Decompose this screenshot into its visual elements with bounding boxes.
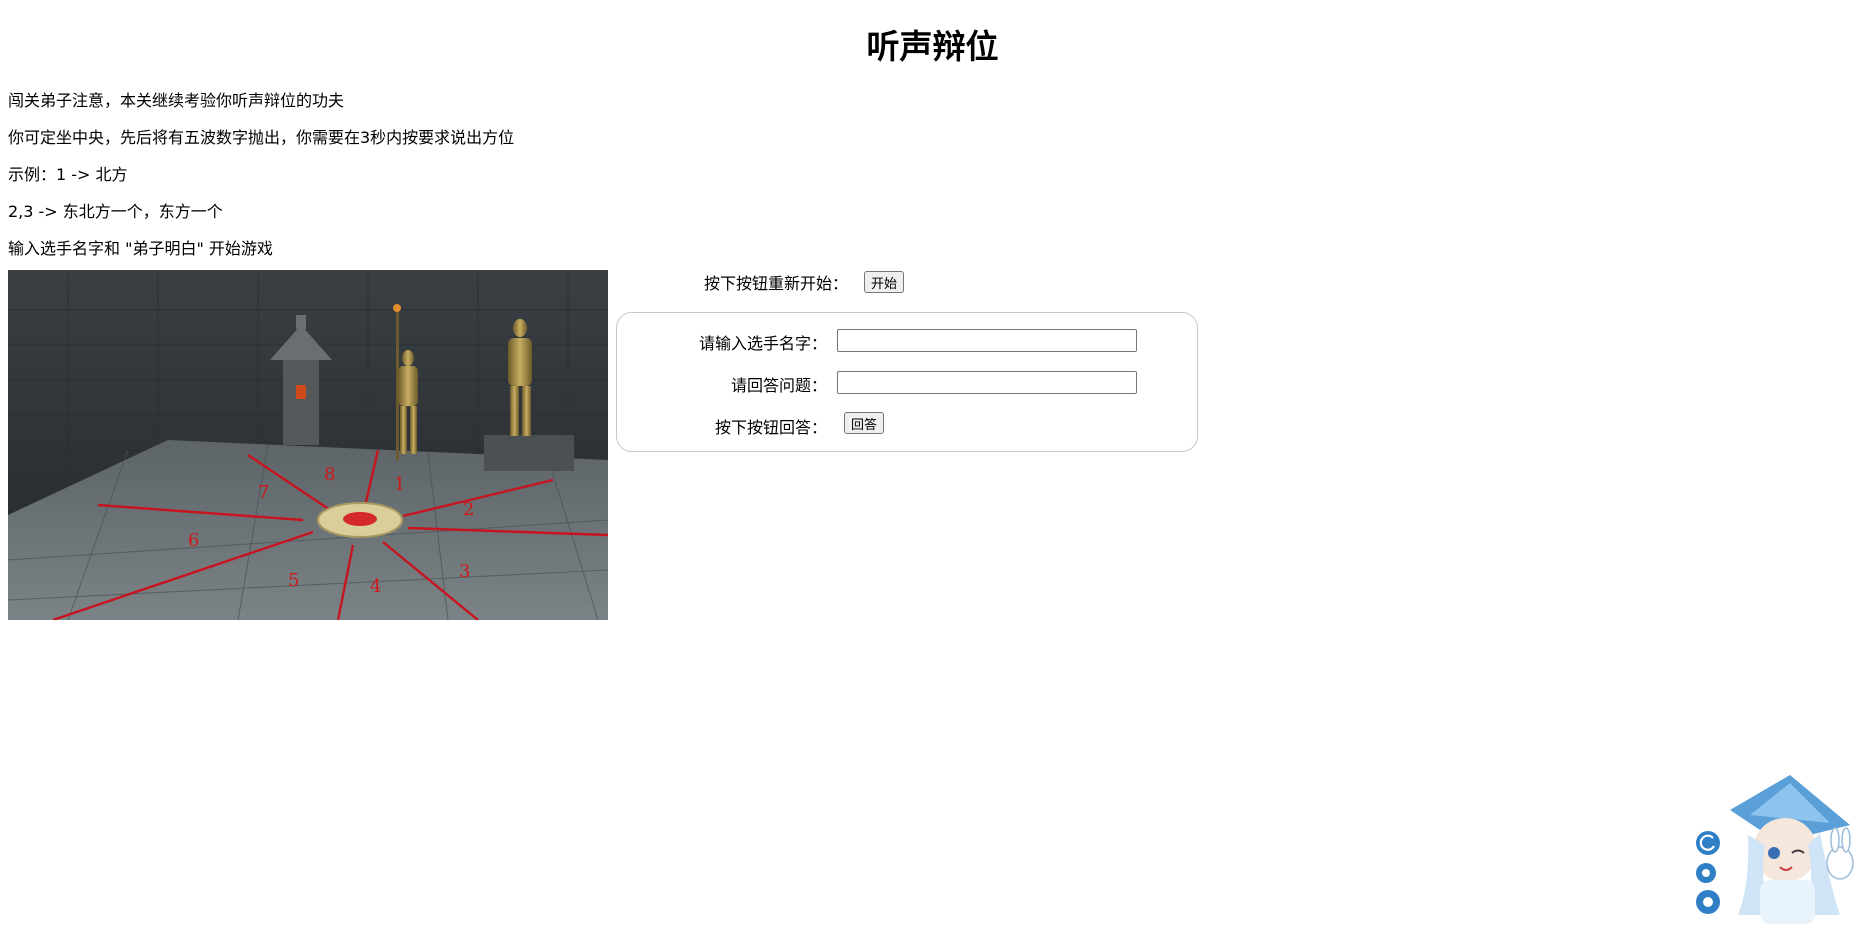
restart-label: 按下按钮重新开始： xyxy=(704,274,849,293)
direction-number: 6 xyxy=(188,530,199,551)
player-name-input[interactable] xyxy=(837,329,1137,352)
direction-number: 5 xyxy=(288,570,299,591)
start-button[interactable]: 开始 xyxy=(864,271,905,293)
intro-line: 闯关弟子注意，本关继续考验你听声辩位的功夫 xyxy=(8,91,345,110)
intro-line: 示例：1 -> 北方 xyxy=(8,165,128,184)
intro-line: 输入选手名字和 "弟子明白" 开始游戏 xyxy=(8,239,273,258)
direction-number: 7 xyxy=(258,482,269,503)
direction-number: 1 xyxy=(394,474,405,495)
arena-image: 1 2 3 4 5 6 7 8 xyxy=(8,270,608,620)
answer-input[interactable] xyxy=(837,371,1137,394)
settings-icon[interactable] xyxy=(1696,863,1716,883)
arena-illustration: 1 2 3 4 5 6 7 8 xyxy=(8,270,608,620)
direction-number: 3 xyxy=(459,561,470,582)
intro-line: 2,3 -> 东北方一个，东方一个 xyxy=(8,202,223,221)
submit-label: 按下按钮回答： xyxy=(714,418,827,437)
mascot-widget xyxy=(1690,775,1865,924)
direction-number: 2 xyxy=(463,499,474,520)
direction-number: 4 xyxy=(370,576,381,597)
gear-icon[interactable] xyxy=(1696,890,1720,914)
answer-button[interactable]: 回答 xyxy=(844,412,885,434)
direction-number: 8 xyxy=(324,464,335,485)
page-title: 听声辩位 xyxy=(866,27,999,66)
restart-row: 按下按钮重新开始： 开始 xyxy=(704,271,905,293)
answer-label: 请回答问题： xyxy=(730,376,827,395)
player-name-label: 请输入选手名字： xyxy=(698,334,827,353)
mascot-character[interactable] xyxy=(1730,775,1854,924)
refresh-icon[interactable] xyxy=(1696,831,1720,855)
center-marker xyxy=(343,512,377,526)
intro-line: 你可定坐中央，先后将有五波数字抛出，你需要在3秒内按要求说出方位 xyxy=(8,128,515,147)
answer-panel: 请输入选手名字： 请回答问题： 按下按钮回答： 回答 xyxy=(616,312,1198,452)
